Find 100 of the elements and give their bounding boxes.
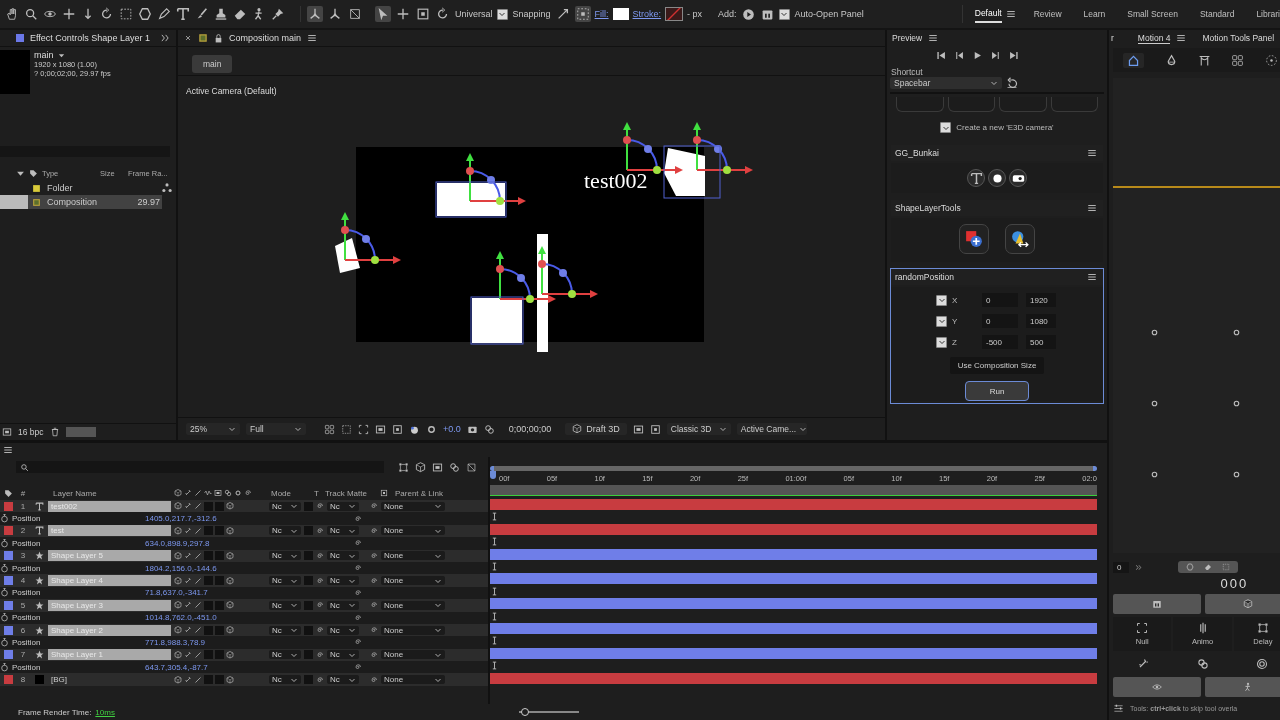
- zoom-icon[interactable]: [23, 6, 39, 22]
- resolution-dropdown[interactable]: Full: [246, 423, 306, 435]
- property-value[interactable]: 1405.0,217.7,-312.6: [145, 514, 345, 524]
- layer-duration-bar[interactable]: [490, 499, 1097, 511]
- anchor-point-icon[interactable]: [1149, 399, 1159, 408]
- safe-area-icon[interactable]: [341, 423, 352, 435]
- parent-dropdown[interactable]: None: [381, 501, 445, 511]
- quality-icon[interactable]: [184, 675, 192, 684]
- tool-button[interactable]: [988, 169, 1006, 187]
- grid-icon[interactable]: [1231, 53, 1245, 67]
- collapse-icon[interactable]: [174, 502, 182, 511]
- switch-box[interactable]: [215, 650, 224, 660]
- switch-icon[interactable]: [244, 489, 252, 497]
- layer-duration-bar[interactable]: [490, 672, 1097, 684]
- checkbox[interactable]: [778, 8, 790, 20]
- switch-box[interactable]: [204, 625, 213, 635]
- pick-whip-icon[interactable]: [370, 650, 378, 659]
- graph-icon[interactable]: [466, 461, 477, 473]
- checkbox[interactable]: [496, 8, 508, 20]
- renderer-dropdown[interactable]: Classic 3D: [666, 423, 731, 435]
- move-icon[interactable]: [395, 6, 411, 22]
- pick-whip-icon[interactable]: [354, 564, 362, 573]
- stopwatch-icon[interactable]: [0, 662, 9, 672]
- checkbox[interactable]: [936, 294, 947, 306]
- 3d-layer-icon[interactable]: [226, 601, 234, 610]
- checkbox-label[interactable]: Z: [952, 337, 974, 347]
- color-swatch[interactable]: [65, 427, 96, 437]
- type-tool-icon[interactable]: [175, 6, 191, 22]
- bit-depth[interactable]: 16 bpc: [18, 427, 44, 437]
- 3d-layer-icon[interactable]: [226, 675, 234, 684]
- label-swatch[interactable]: [4, 551, 13, 561]
- transparency-icon[interactable]: [392, 423, 403, 435]
- region-icon[interactable]: [375, 423, 386, 435]
- max-field[interactable]: 500: [1026, 335, 1056, 349]
- collapse-icon[interactable]: [174, 675, 182, 684]
- tool-button[interactable]: [959, 224, 989, 254]
- 3d-layer-icon[interactable]: [226, 626, 234, 635]
- workspace-tab[interactable]: Small Screen: [1127, 6, 1178, 22]
- parent-dropdown[interactable]: None: [381, 625, 445, 635]
- mode-dropdown[interactable]: Nc: [269, 576, 301, 586]
- pick-whip-icon[interactable]: [354, 663, 362, 672]
- quality-icon[interactable]: [184, 650, 192, 659]
- previous-frame-icon[interactable]: [953, 50, 965, 61]
- checkbox-label[interactable]: Snapping: [512, 9, 551, 19]
- matte-link-icon[interactable]: [316, 626, 324, 635]
- label-icon[interactable]: [29, 168, 38, 178]
- layer-duration-bar[interactable]: [490, 523, 1097, 535]
- parent-dropdown[interactable]: None: [381, 650, 445, 660]
- workspace-tab[interactable]: Learn: [1083, 6, 1106, 22]
- mode-dropdown[interactable]: Nc: [269, 675, 301, 685]
- flowchart-icon[interactable]: [398, 461, 409, 473]
- draft-3d-button[interactable]: Draft 3D: [565, 423, 627, 435]
- value-field[interactable]: 0: [1113, 561, 1130, 573]
- matte-dropdown[interactable]: Nc: [327, 600, 359, 610]
- matte-dropdown[interactable]: Nc: [327, 576, 359, 586]
- target-icon[interactable]: [1256, 658, 1269, 670]
- pick-whip-icon[interactable]: [354, 638, 362, 647]
- sparkle-icon[interactable]: [1136, 658, 1149, 670]
- 3d-layer-icon[interactable]: [226, 502, 234, 511]
- property-value[interactable]: 634.0,898.9,297.8: [145, 538, 345, 548]
- panel-tab[interactable]: Motion 4: [1137, 32, 1171, 44]
- anchor-point-icon[interactable]: [1232, 399, 1242, 408]
- playhead[interactable]: [490, 471, 496, 479]
- switch-box[interactable]: [204, 576, 213, 586]
- collapse-icon[interactable]: [174, 551, 182, 560]
- parent-dropdown[interactable]: None: [381, 675, 445, 685]
- column-header[interactable]: Track Matte: [325, 488, 377, 498]
- matte-link-icon[interactable]: [316, 576, 324, 585]
- workspace-tab[interactable]: Review: [1033, 6, 1062, 22]
- local-axis-icon[interactable]: [307, 6, 323, 22]
- workspace-tab[interactable]: Default: [974, 5, 1002, 23]
- menu-icon[interactable]: [307, 33, 318, 43]
- matte-link-icon[interactable]: [316, 675, 324, 684]
- tool-button[interactable]: [1009, 169, 1027, 187]
- parent-dropdown[interactable]: None: [381, 600, 445, 610]
- switch-icon[interactable]: [214, 489, 222, 497]
- exposure-value[interactable]: +0.0: [443, 424, 461, 434]
- switch-box[interactable]: [215, 551, 224, 561]
- gate-icon[interactable]: [1198, 53, 1212, 67]
- switch-box[interactable]: [215, 501, 224, 511]
- panel-tab[interactable]: Effect Controls Shape Layer 1: [30, 33, 150, 43]
- checkbox-label[interactable]: Create a new 'E3D camera': [956, 123, 1054, 132]
- quality-slash-icon[interactable]: [194, 626, 202, 635]
- quality-slash-icon[interactable]: [194, 526, 202, 535]
- collapse-icon[interactable]: [174, 576, 182, 585]
- pick-whip-icon[interactable]: [370, 551, 378, 560]
- home-icon[interactable]: [1123, 52, 1145, 68]
- menu-icon[interactable]: [1087, 272, 1097, 282]
- use-composition-size-button[interactable]: Use Composition Size: [949, 357, 1045, 374]
- switch-box[interactable]: [215, 576, 224, 586]
- layout-button[interactable]: [1113, 594, 1201, 614]
- quality-slash-icon[interactable]: [194, 502, 202, 511]
- layer-duration-bar[interactable]: [490, 647, 1097, 659]
- workspace-tab[interactable]: Librari: [1256, 6, 1280, 22]
- min-field[interactable]: -500: [982, 335, 1018, 349]
- anchor-point-icon[interactable]: [1232, 328, 1242, 337]
- property-value[interactable]: 1014.8,762.0,-451.0: [145, 613, 345, 623]
- matte-dropdown[interactable]: Nc: [327, 650, 359, 660]
- stroke-label[interactable]: Stroke:: [632, 9, 662, 19]
- quality-icon[interactable]: [184, 626, 192, 635]
